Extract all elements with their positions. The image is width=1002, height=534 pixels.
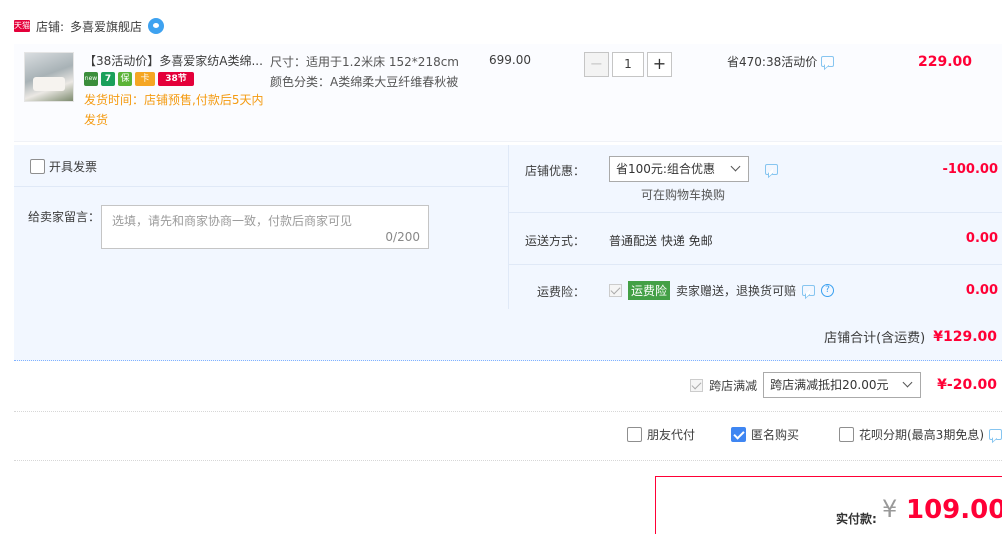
store-subtotal-amount: ¥129.00: [933, 328, 997, 345]
insurance-desc: 卖家赠送，退换货可赔: [676, 284, 797, 298]
invoice-checkbox[interactable]: [30, 159, 45, 174]
store-header: 天猫 店铺: 多喜爱旗舰店: [14, 14, 165, 38]
invoice-row: 开具发票: [14, 145, 508, 187]
anonymous-checkbox[interactable]: [730, 427, 746, 442]
friend-pay-checkbox[interactable]: [626, 427, 642, 442]
actual-payment-box: 实付款: ¥ 109.00: [655, 476, 1002, 534]
invoice-label: 开具发票: [49, 160, 98, 174]
festival-38-badge: 38节: [158, 72, 194, 86]
insurance-label: 运费险：: [536, 285, 585, 299]
help-question-icon[interactable]: ?: [821, 284, 835, 297]
quantity-input[interactable]: 1: [612, 52, 644, 77]
options-right: 店铺优惠： 省100元:组合优惠 可在购物车换购 -100.00 运送方式： 普…: [508, 145, 1002, 309]
sku-size: 尺寸：适用于1.2米床 152*218cm: [270, 55, 459, 69]
store-label: 店铺:: [36, 19, 65, 34]
seller-message-input[interactable]: 选填，请先和商家协商一致，付款后商家可见 0/200: [101, 205, 429, 249]
order-item-row: 【38活动价】多喜爱家纺A类绵... new 7 保 卡 38节 发货时间：店铺…: [14, 44, 1002, 142]
store-discount-amount: -100.00: [942, 162, 998, 177]
anonymous-label: 匿名购买: [750, 428, 799, 442]
huabei-label: 花呗分期(最高3期免息): [859, 428, 984, 442]
store-discount-row: 店铺优惠： 省100元:组合优惠 可在购物车换购 -100.00: [509, 145, 1002, 213]
product-thumbnail[interactable]: [24, 52, 74, 102]
payment-options: 朋友代付 匿名购买 花呗分期(最高3期免息): [591, 426, 1002, 443]
shipping-amount: 0.00: [965, 231, 998, 246]
store-discount-comment-icon[interactable]: [765, 164, 778, 175]
shipping-label: 运送方式：: [524, 234, 585, 248]
shipping-row: 运送方式： 普通配送 快递 免邮 0.00: [509, 213, 1002, 265]
options-left: 开具发票 给卖家留言： 选填，请先和商家协商一致，付款后商家可见 0/200: [14, 145, 508, 309]
store-discount-note[interactable]: 可在购物车换购: [641, 186, 725, 203]
huabei-comment-icon[interactable]: [989, 429, 1002, 440]
cross-store-checkbox: [690, 378, 704, 392]
promo-note: 省470:38活动价: [727, 53, 835, 70]
credit-card-icon: 卡: [135, 72, 155, 86]
insurance-comment-icon[interactable]: [802, 285, 816, 296]
sku-color: 颜色分类：A类绵柔大豆纤维春秋被: [270, 75, 459, 89]
item-final-price: 229.00: [917, 54, 972, 70]
seller-message-label: 给卖家留言：: [28, 210, 101, 224]
store-subtotal: 店铺合计(含运费) ¥129.00: [824, 327, 997, 347]
insurance-checkbox: [609, 284, 622, 297]
insurance-row: 运费险： 运费险 卖家赠送，退换货可赔 ? 0.00: [509, 265, 1002, 309]
promo-note-text: 省470:38活动价: [727, 55, 818, 69]
ship-time: 发货时间：店铺预售,付款后5天内发货: [84, 93, 264, 127]
store-name[interactable]: 多喜爱旗舰店: [70, 18, 142, 35]
actual-payment-currency: ¥: [882, 495, 898, 523]
sku-info: 尺寸：适用于1.2米床 152*218cm 颜色分类：A类绵柔大豆纤维春秋被: [270, 52, 460, 92]
actual-payment-label: 实付款:: [836, 512, 877, 526]
divider: [14, 460, 1002, 461]
huabei-option[interactable]: 花呗分期(最高3期免息): [839, 426, 1002, 443]
product-title[interactable]: 【38活动价】多喜爱家纺A类绵...: [84, 52, 268, 69]
cross-store-select[interactable]: 跨店满减抵扣20.00元: [763, 372, 922, 398]
cross-store-discount: 跨店满减 跨店满减抵扣20.00元 ¥-20.00: [690, 372, 997, 398]
store-discount-select[interactable]: 省100元:组合优惠: [609, 156, 749, 182]
store-discount-label: 店铺优惠：: [524, 164, 585, 178]
new-badge-icon: new: [84, 72, 98, 86]
invoice-option[interactable]: 开具发票: [30, 158, 97, 175]
friend-pay-label: 朋友代付: [646, 428, 695, 442]
store-subtotal-label: 店铺合计(含运费): [824, 331, 926, 346]
quantity-stepper: − 1 +: [584, 52, 672, 77]
quantity-plus-button[interactable]: +: [647, 52, 672, 77]
tmall-badge-icon: 天猫: [14, 20, 30, 32]
service-badges: new 7 保 卡 38节: [84, 72, 194, 86]
cross-store-label: 跨店满减: [709, 378, 758, 393]
seller-message-count: 0/200: [385, 230, 420, 244]
wangwang-chat-icon[interactable]: [148, 18, 165, 34]
cross-store-amount: ¥-20.00: [937, 377, 997, 393]
friend-pay-option[interactable]: 朋友代付: [626, 426, 695, 443]
divider: [14, 411, 1002, 412]
anonymous-option[interactable]: 匿名购买: [730, 426, 799, 443]
insurance-option: 运费险 卖家赠送，退换货可赔 ?: [609, 281, 835, 300]
seller-message-placeholder: 选填，请先和商家协商一致，付款后商家可见: [112, 214, 353, 228]
actual-payment-amount: 109.00: [906, 495, 1002, 525]
comment-icon[interactable]: [821, 56, 835, 67]
order-options-panel: 开具发票 给卖家留言： 选填，请先和商家协商一致，付款后商家可见 0/200 店…: [14, 145, 1002, 361]
original-price: 699.00: [489, 53, 531, 67]
seven-day-return-icon: 7: [101, 72, 115, 86]
insurance-amount: 0.00: [965, 283, 998, 298]
quantity-minus-button[interactable]: −: [584, 52, 609, 77]
huabei-checkbox[interactable]: [839, 427, 854, 442]
insurance-tag: 运费险: [628, 281, 671, 300]
shipping-value: 普通配送 快递 免邮: [609, 234, 713, 248]
guarantee-icon: 保: [118, 72, 132, 86]
